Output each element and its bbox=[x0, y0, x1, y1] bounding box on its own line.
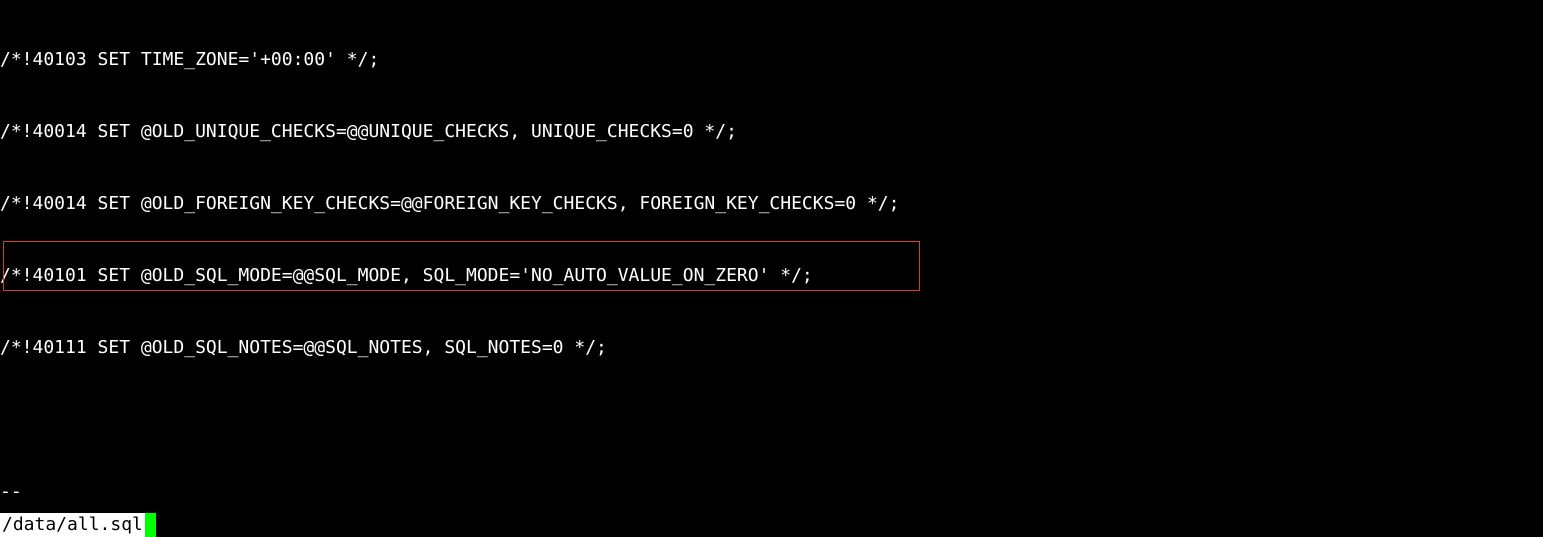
blank-line bbox=[0, 408, 1543, 432]
cursor-icon bbox=[145, 513, 156, 537]
sql-line: /*!40101 SET @OLD_SQL_MODE=@@SQL_MODE, S… bbox=[0, 264, 1543, 288]
file-path: /data/all.sql bbox=[0, 513, 145, 537]
sql-line: /*!40014 SET @OLD_FOREIGN_KEY_CHECKS=@@F… bbox=[0, 192, 1543, 216]
pager-status-bar: /data/all.sql bbox=[0, 513, 156, 537]
sql-line: /*!40111 SET @OLD_SQL_NOTES=@@SQL_NOTES,… bbox=[0, 336, 1543, 360]
sql-line: /*!40103 SET TIME_ZONE='+00:00' */; bbox=[0, 48, 1543, 72]
comment-line: -- bbox=[0, 480, 1543, 504]
terminal-output[interactable]: /*!40103 SET TIME_ZONE='+00:00' */; /*!4… bbox=[0, 0, 1543, 537]
sql-line: /*!40014 SET @OLD_UNIQUE_CHECKS=@@UNIQUE… bbox=[0, 120, 1543, 144]
